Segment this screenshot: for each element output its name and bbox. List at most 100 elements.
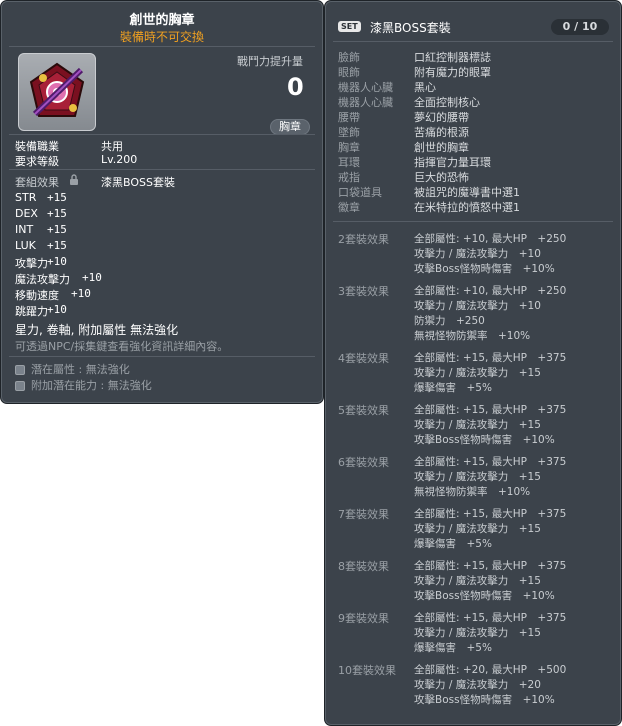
set-effect-block: 7套裝效果 全部屬性: +15, 最大HP +375 攻擊力 / 魔法攻擊力 +15…	[338, 506, 608, 558]
set-effect-tier-label: 7套裝效果	[338, 508, 389, 521]
set-effect-block: 5套裝效果 全部屬性: +15, 最大HP +375 攻擊力 / 魔法攻擊力 +15…	[338, 402, 608, 454]
set-effect-line: 攻擊力 / 魔法攻擊力 +20	[414, 679, 541, 691]
set-effect-line: 攻擊力 / 魔法攻擊力 +10	[414, 300, 541, 312]
set-piece-name: 巨大的恐怖	[414, 171, 469, 184]
set-effect-line: 全部屬性: +15, 最大HP +375	[414, 404, 567, 416]
set-info-panel: SET 漆黑BOSS套裝 0 / 10 臉飾 口紅控制器標誌 眼飾 附有魔力的眼罩 機器…	[324, 0, 622, 726]
square-bullet-icon	[15, 381, 25, 391]
set-effect-line: 攻擊Boss怪物時傷害 +10%	[414, 590, 555, 602]
category-badge: 胸章	[270, 119, 310, 135]
set-piece-slot: 機器人心臟	[338, 96, 393, 109]
set-effect-line: 全部屬性: +15, 最大HP +375	[414, 352, 567, 364]
stat-value: +15	[47, 239, 67, 252]
stat-value: +10	[47, 255, 67, 268]
divider	[333, 221, 613, 222]
set-effect-line: 防禦力 +250	[414, 315, 485, 327]
stat-name: INT	[15, 223, 34, 236]
set-piece-name: 黑心	[414, 81, 436, 94]
emblem-item-icon	[29, 62, 85, 117]
set-piece-slot: 眼飾	[338, 66, 360, 79]
set-effect-line: 全部屬性: +20, 最大HP +500	[414, 664, 567, 676]
bonus-potential-label: 附加潛在能力	[31, 379, 97, 392]
set-effect-tier-label: 10套裝效果	[338, 664, 396, 677]
set-effect-line: 全部屬性: +15, 最大HP +375	[414, 560, 567, 572]
job-value: 共用	[101, 140, 123, 153]
set-effect-tier-label: 3套裝效果	[338, 285, 389, 298]
set-piece-row: 機器人心臟 全面控制核心	[338, 94, 480, 109]
set-effect-block: 4套裝效果 全部屬性: +15, 最大HP +375 攻擊力 / 魔法攻擊力 +15…	[338, 350, 608, 402]
lock-icon	[70, 174, 78, 185]
set-effect-line: 攻擊力 / 魔法攻擊力 +10	[414, 248, 541, 260]
set-piece-row: 臉飾 口紅控制器標誌	[338, 49, 491, 64]
set-effect-list: 2套裝效果 全部屬性: +10, 最大HP +250 攻擊力 / 魔法攻擊力 +10…	[338, 231, 608, 714]
stat-row: 攻擊力 +10	[15, 255, 67, 271]
set-piece-slot: 機器人心臟	[338, 81, 393, 94]
job-label: 裝備職業	[15, 140, 59, 153]
set-effect-label: 套組效果	[15, 176, 59, 189]
set-piece-slot: 腰帶	[338, 111, 360, 124]
stat-value: +10	[71, 287, 91, 300]
set-effect-line: 攻擊力 / 魔法攻擊力 +15	[414, 367, 541, 379]
potential-label: 潛在屬性	[31, 363, 75, 376]
stat-value: +15	[47, 223, 67, 236]
set-piece-name: 被詛咒的魔導書中選1	[414, 186, 520, 199]
set-count: 0 / 10	[551, 19, 609, 35]
item-icon-frame	[18, 53, 96, 131]
level-label: 要求等級	[15, 155, 59, 168]
npc-note: 可透過NPC/採集鍵查看強化資訊詳細內容。	[15, 340, 229, 353]
divider	[9, 356, 315, 357]
set-piece-row: 徽章 在米特拉的憤怒中選1	[338, 199, 520, 214]
set-effect-line: 爆擊傷害 +5%	[414, 642, 492, 654]
set-piece-row: 墜飾 苦痛的根源	[338, 124, 469, 139]
stat-name: DEX	[15, 207, 38, 220]
set-effect-tier-label: 8套裝效果	[338, 560, 389, 573]
set-effect-line: 無視怪物防禦率 +10%	[414, 486, 531, 498]
stat-value: +10	[47, 303, 67, 316]
set-piece-slot: 墜飾	[338, 126, 360, 139]
stat-name: LUK	[15, 239, 36, 252]
set-effect-line: 全部屬性: +10, 最大HP +250	[414, 285, 567, 297]
set-effect-tier-label: 4套裝效果	[338, 352, 389, 365]
set-effect-block: 3套裝效果 全部屬性: +10, 最大HP +250 攻擊力 / 魔法攻擊力 +10…	[338, 283, 608, 350]
stat-value: +10	[82, 271, 102, 284]
set-effect-block: 2套裝效果 全部屬性: +10, 最大HP +250 攻擊力 / 魔法攻擊力 +10…	[338, 231, 608, 283]
bonus-potential-value: 無法強化	[107, 379, 152, 392]
set-effect-tier-label: 6套裝效果	[338, 456, 389, 469]
combat-power-label: 戰鬥力提升量	[237, 55, 303, 68]
set-piece-slot: 胸章	[338, 141, 360, 154]
set-piece-row: 眼飾 附有魔力的眼罩	[338, 64, 491, 79]
set-piece-slot: 臉飾	[338, 51, 360, 64]
bonus-potential-row: 附加潛在能力 : 無法強化	[15, 377, 152, 393]
stat-value: +15	[47, 191, 67, 204]
item-tooltip: 創世的胸章 裝備時不可交換 戰鬥力提升量 0 胸章 裝備職業 共用 要求等級 L…	[0, 0, 324, 404]
set-piece-row: 口袋道具 被詛咒的魔導書中選1	[338, 184, 520, 199]
stat-name: 跳躍力	[15, 305, 48, 318]
stat-name: 魔法攻擊力	[15, 273, 70, 286]
set-effect-block: 6套裝效果 全部屬性: +15, 最大HP +375 攻擊力 / 魔法攻擊力 +15…	[338, 454, 608, 506]
set-piece-row: 耳環 指揮官力量耳環	[338, 154, 491, 169]
set-effect-line: 全部屬性: +15, 最大HP +375	[414, 456, 567, 468]
stat-row: 跳躍力 +10	[15, 303, 67, 319]
set-piece-slot: 徽章	[338, 201, 360, 214]
combat-power-value: 0	[287, 73, 304, 101]
set-effect-line: 無視怪物防禦率 +10%	[414, 330, 531, 342]
potential-row: 潛在屬性 : 無法強化	[15, 361, 130, 377]
set-tag: SET	[338, 21, 361, 32]
set-effect-line: 攻擊力 / 魔法攻擊力 +15	[414, 627, 541, 639]
trade-notice: 裝備時不可交換	[119, 30, 204, 44]
set-effect-line: 全部屬性: +15, 最大HP +375	[414, 612, 567, 624]
set-title: 漆黑BOSS套裝	[370, 21, 451, 35]
set-effect-line: 爆擊傷害 +5%	[414, 382, 492, 394]
set-effect-line: 攻擊Boss怪物時傷害 +10%	[414, 694, 555, 706]
restrictions-text: 星力, 卷軸, 附加屬性 無法強化	[15, 323, 179, 337]
stat-row: STR +15	[15, 191, 67, 204]
divider	[9, 169, 315, 170]
set-effect-line: 爆擊傷害 +5%	[414, 538, 492, 550]
set-piece-row: 腰帶 夢幻的腰帶	[338, 109, 469, 124]
level-value: Lv.200	[101, 153, 138, 166]
set-piece-name: 全面控制核心	[414, 96, 480, 109]
set-piece-name: 指揮官力量耳環	[414, 156, 491, 169]
set-effect-line: 攻擊力 / 魔法攻擊力 +15	[414, 523, 541, 535]
set-piece-slot: 耳環	[338, 156, 360, 169]
set-piece-list: 臉飾 口紅控制器標誌 眼飾 附有魔力的眼罩 機器人心臟 黑心 機器人心臟 全面控制核心 腰帶 夢幻…	[338, 49, 520, 214]
